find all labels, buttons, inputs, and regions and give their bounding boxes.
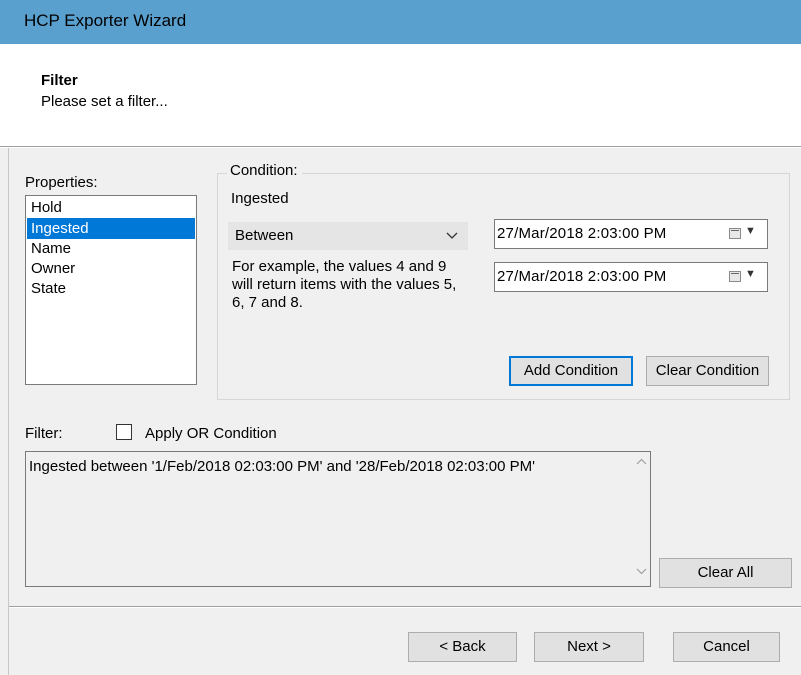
- date-to-picker[interactable]: 27/Mar/2018 2:03:00 PM ▼: [494, 262, 768, 292]
- property-item-state[interactable]: State: [27, 279, 195, 299]
- add-condition-button[interactable]: Add Condition: [509, 356, 633, 386]
- clear-condition-button[interactable]: Clear Condition: [646, 356, 769, 386]
- window-left-edge: [8, 148, 9, 675]
- page-subtitle: Please set a filter...: [41, 93, 168, 110]
- page-title: Filter: [41, 72, 78, 89]
- properties-listbox[interactable]: Hold Ingested Name Owner State: [25, 195, 197, 385]
- filter-textarea[interactable]: Ingested between '1/Feb/2018 02:03:00 PM…: [25, 451, 651, 587]
- dropdown-arrow-icon: ▼: [745, 225, 756, 237]
- cancel-button[interactable]: Cancel: [673, 632, 780, 662]
- scroll-down-icon[interactable]: [636, 567, 647, 578]
- title-bar: HCP Exporter Wizard: [0, 0, 801, 44]
- wizard-header: Filter Please set a filter...: [0, 44, 801, 146]
- condition-property-name: Ingested: [231, 190, 289, 207]
- apply-or-checkbox[interactable]: [116, 424, 132, 440]
- operator-example-text: For example, the values 4 and 9 will ret…: [232, 258, 457, 311]
- properties-label: Properties:: [25, 174, 98, 191]
- apply-or-label[interactable]: Apply OR Condition: [145, 425, 277, 442]
- header-divider-highlight: [0, 147, 801, 148]
- back-button[interactable]: < Back: [408, 632, 517, 662]
- next-button[interactable]: Next >: [534, 632, 644, 662]
- filter-label: Filter:: [25, 425, 63, 442]
- property-item-owner[interactable]: Owner: [27, 259, 195, 279]
- property-item-hold[interactable]: Hold: [27, 197, 195, 218]
- operator-selected-value: Between: [235, 227, 294, 244]
- property-item-ingested[interactable]: Ingested: [27, 218, 195, 239]
- date-to-value: 27/Mar/2018 2:03:00 PM: [497, 268, 667, 285]
- scroll-up-icon[interactable]: [636, 457, 647, 468]
- condition-group-label: Condition:: [227, 162, 302, 179]
- footer-divider-highlight: [9, 607, 801, 608]
- filter-scrollbar[interactable]: [633, 453, 650, 585]
- dropdown-arrow-icon: ▼: [745, 268, 756, 280]
- property-item-name[interactable]: Name: [27, 239, 195, 259]
- clear-all-button[interactable]: Clear All: [659, 558, 792, 588]
- date-from-value: 27/Mar/2018 2:03:00 PM: [497, 225, 667, 242]
- date-from-picker[interactable]: 27/Mar/2018 2:03:00 PM ▼: [494, 219, 768, 249]
- operator-select[interactable]: Between: [228, 222, 468, 250]
- calendar-icon: [729, 228, 741, 239]
- calendar-icon: [729, 271, 741, 282]
- chevron-down-icon: [446, 228, 458, 243]
- window-title: HCP Exporter Wizard: [24, 11, 187, 30]
- filter-expression: Ingested between '1/Feb/2018 02:03:00 PM…: [29, 458, 535, 475]
